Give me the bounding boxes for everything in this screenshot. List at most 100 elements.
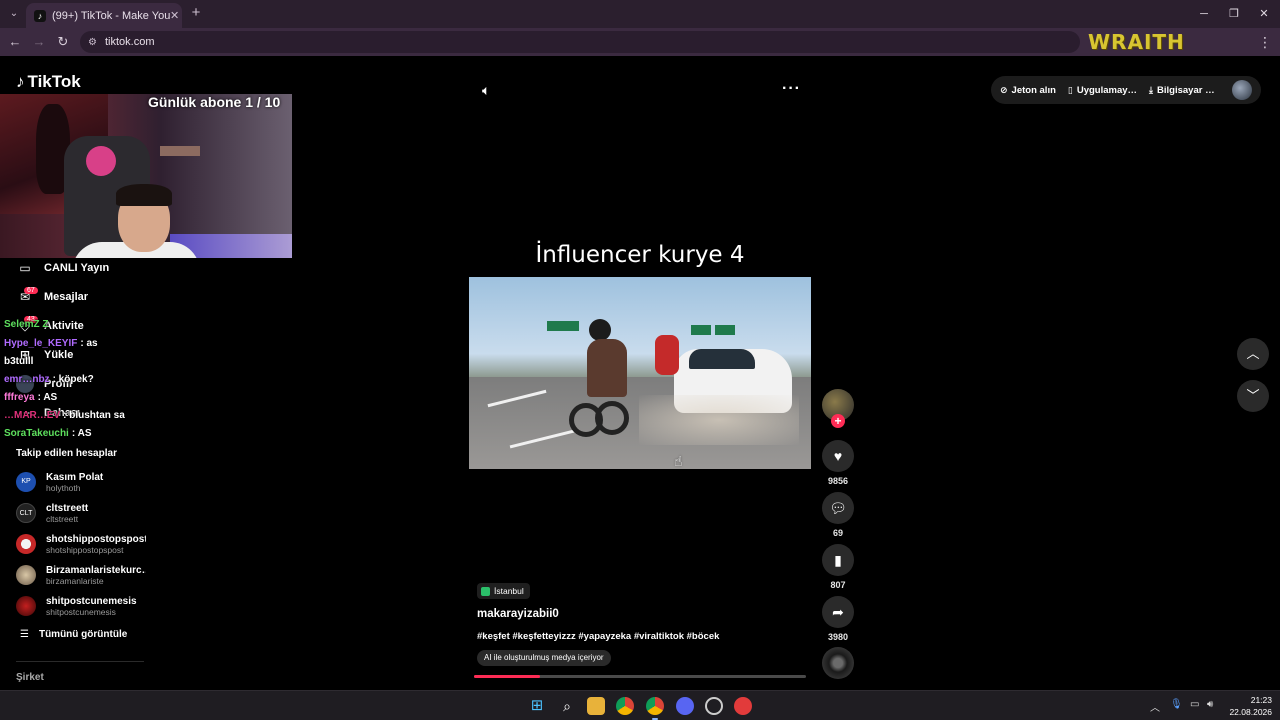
chat-username: SoraTakeuchi: [4, 428, 69, 439]
browser-tab[interactable]: ♪ (99+) TikTok - Make Your Day ✕: [26, 3, 182, 28]
header-actions: ⊘ Jeton alın ▯ Uygulamay… ⤓ Bilgisayar …: [991, 76, 1261, 104]
windows-start-icon[interactable]: ⊞: [528, 697, 546, 715]
account-handle: shotshippostopspost: [46, 544, 124, 555]
omnibox[interactable]: ⚙ tiktok.com: [80, 31, 1080, 53]
messages-badge: 67: [24, 287, 38, 294]
account-name: shotshippostopspost: [46, 533, 146, 545]
ai-content-label[interactable]: AI ile oluşturulmuş medya içeriyor: [477, 650, 611, 666]
following-item[interactable]: KP Kasım Polat holythoth: [16, 469, 156, 495]
follow-plus-icon[interactable]: +: [831, 414, 845, 428]
chat-message: SoraTakeuchi: AS: [4, 428, 92, 439]
share-arrow-icon[interactable]: ➦: [822, 596, 854, 628]
following-title: Takip edilen hesaplar: [16, 448, 117, 459]
mouse-pointer-icon: ☝: [674, 453, 683, 469]
dust-cloud: [639, 395, 799, 445]
video-progress-bar[interactable]: [474, 675, 806, 678]
account-avatar: CLT: [16, 503, 36, 523]
account-avatar: [16, 596, 36, 616]
previous-video-chevron-up-icon[interactable]: ︿: [1237, 338, 1269, 370]
site-info-icon[interactable]: ⚙: [88, 37, 97, 48]
following-item[interactable]: CLT cltstreett cltstreett: [16, 500, 156, 526]
rider-helmet: [589, 319, 611, 341]
comment-count: 69: [832, 528, 843, 538]
tiktok-note-icon: ♪: [16, 72, 25, 91]
motorcycle-rider: [587, 339, 627, 397]
chat-message: …MAR…EV: blushtan sa: [4, 410, 125, 421]
tab-close-icon[interactable]: ✕: [170, 9, 179, 22]
desktop-app-label: Bilgisayar …: [1157, 84, 1215, 96]
clock-date: 22.08.2026: [1229, 707, 1272, 717]
tab-search-icon[interactable]: ⌄: [6, 6, 22, 22]
chrome-profile-icon[interactable]: [646, 697, 664, 715]
nav-live[interactable]: ▭ CANLI Yayın: [16, 259, 109, 277]
account-avatar: KP: [16, 472, 36, 492]
chat-username: SelemZ Z: [4, 319, 49, 330]
nav-messages-label: Mesajlar: [44, 291, 89, 303]
see-all-following[interactable]: ☰ Tümünü görüntüle: [20, 629, 127, 640]
chat-username: …MAR…EV: [4, 410, 61, 421]
comment-icon[interactable]: 💬︎: [822, 492, 854, 524]
video-author[interactable]: makarayizabii0: [477, 608, 559, 620]
following-item[interactable]: shotshippostopspost shotshippostopspost: [16, 531, 156, 557]
logo-text: TikTok: [27, 72, 81, 91]
get-app-button[interactable]: ▯ Uygulamay…: [1068, 85, 1137, 96]
download-icon: ⤓: [1149, 84, 1154, 95]
minimize-icon[interactable]: ─: [1196, 6, 1212, 22]
road-sign: [715, 325, 735, 335]
back-icon[interactable]: ←: [7, 34, 23, 50]
network-icon[interactable]: ▭: [1190, 699, 1199, 710]
new-tab-icon[interactable]: +: [188, 5, 204, 21]
video-player[interactable]: [469, 277, 811, 469]
streaming-app-icon[interactable]: [734, 697, 752, 715]
video-title: İnfluencer kurye 4: [535, 242, 745, 268]
get-app-label: Uygulamay…: [1076, 84, 1138, 96]
volume-icon[interactable]: 🔈︎: [482, 82, 490, 99]
following-item[interactable]: shitpostcunemesis shitpostcunemesis: [16, 593, 156, 619]
clock-time: 21:23: [1250, 695, 1272, 705]
file-explorer-icon[interactable]: [587, 697, 605, 715]
microphone-icon[interactable]: 🎙︎: [1170, 699, 1183, 710]
browser-menu-icon[interactable]: ⋮: [1258, 34, 1272, 51]
road-sign: [547, 321, 579, 331]
desktop-app-button[interactable]: ⤓ Bilgisayar …: [1149, 85, 1215, 96]
reload-icon[interactable]: ↻: [55, 34, 71, 50]
location-pin-icon: [481, 586, 490, 596]
chat-text: as: [86, 338, 98, 349]
music-disc-icon[interactable]: [822, 647, 854, 679]
sidebar-divider: [16, 661, 144, 662]
video-more-icon[interactable]: ···: [782, 80, 801, 98]
search-icon[interactable]: ⌕: [558, 697, 576, 715]
discord-icon[interactable]: [676, 697, 694, 715]
account-name: cltstreett: [46, 502, 89, 514]
share-count: 3980: [827, 632, 849, 642]
coin-icon: ⊘: [1000, 84, 1008, 95]
list-icon: ☰: [20, 629, 29, 640]
account-name: shitpostcunemesis: [46, 595, 137, 607]
app-circle-icon[interactable]: [705, 697, 723, 715]
close-window-icon[interactable]: ✕: [1256, 6, 1272, 22]
restore-icon[interactable]: ❐: [1226, 6, 1242, 22]
chair-logo: [86, 146, 116, 176]
following-item[interactable]: Birzamanlaristekurc… birzamanlariste: [16, 562, 156, 588]
video-hashtags[interactable]: #keşfet #keşfetteyizzz #yapayzeka #viral…: [477, 631, 719, 642]
tray-expand-icon[interactable]: ︿: [1150, 699, 1160, 714]
speaker-icon[interactable]: 🔊︎: [1207, 699, 1213, 710]
location-pill[interactable]: İstanbul: [477, 583, 530, 599]
company-link[interactable]: Şirket: [16, 672, 44, 683]
next-video-chevron-down-icon[interactable]: ﹀: [1237, 380, 1269, 412]
user-profile-avatar[interactable]: [1232, 80, 1252, 100]
chat-message: Hype_le_KEYIF: as: [4, 338, 98, 349]
car-window: [689, 349, 755, 369]
chat-text: blushtan sa: [69, 410, 125, 421]
phone-icon: ▯: [1067, 84, 1073, 95]
forward-icon[interactable]: →: [31, 34, 47, 50]
tiktok-favicon-icon: ♪: [34, 9, 46, 22]
chat-text: AS: [43, 392, 58, 403]
like-heart-icon[interactable]: ♥: [822, 440, 854, 472]
see-all-label: Tümünü görüntüle: [38, 629, 128, 640]
chrome-icon[interactable]: [616, 697, 634, 715]
get-coins-button[interactable]: ⊘ Jeton alın: [1000, 85, 1056, 96]
bookmark-icon[interactable]: ▮: [822, 544, 854, 576]
system-clock[interactable]: 21:23 22.08.2026: [1226, 694, 1272, 718]
tiktok-logo[interactable]: ♪ TikTok: [16, 72, 81, 92]
